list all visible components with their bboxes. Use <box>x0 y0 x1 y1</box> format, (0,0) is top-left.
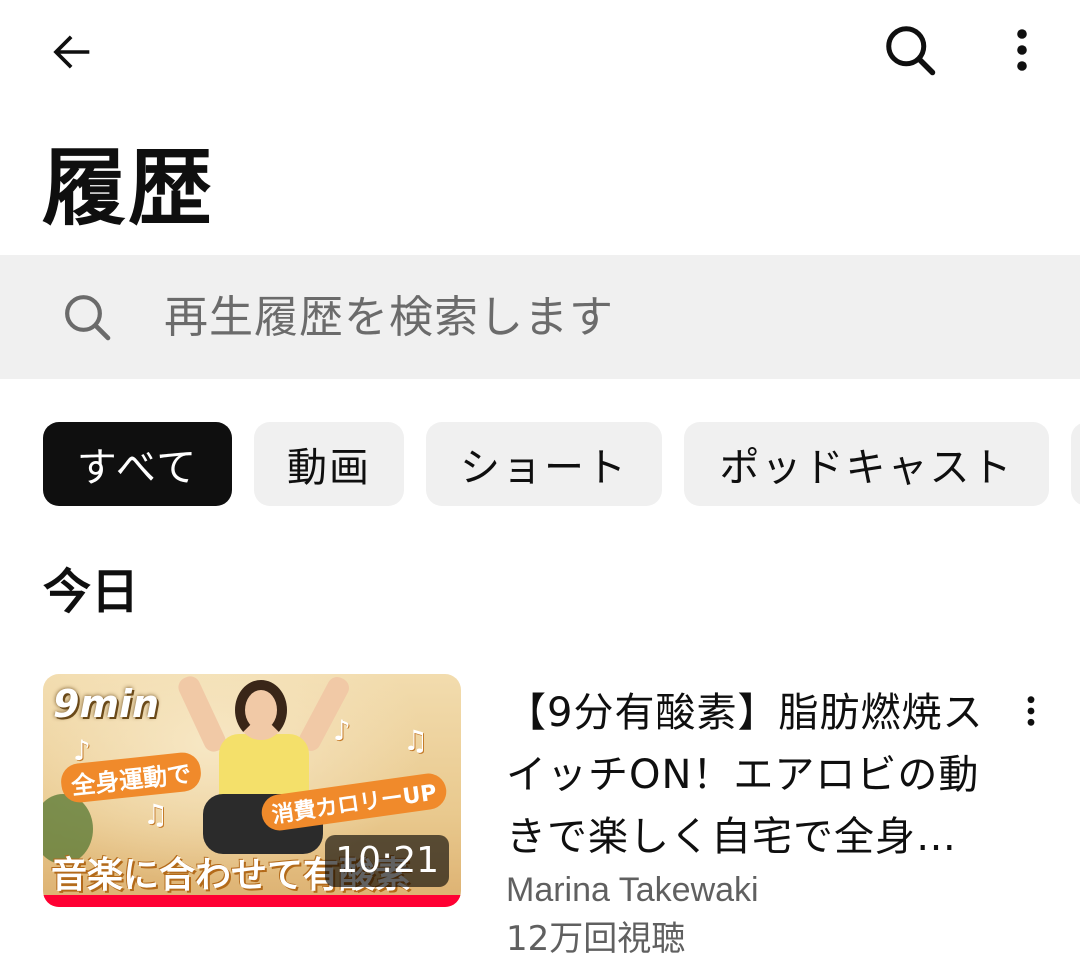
history-search-bar[interactable] <box>0 255 1080 379</box>
thumbnail-text-min: 9min <box>53 682 160 726</box>
video-title[interactable]: 【9分有酸素】脂肪燃焼スイッチON！エアロビの動きで楽しく自宅で全身… <box>506 682 1006 868</box>
chip-videos[interactable]: 動画 <box>254 422 404 506</box>
arrow-left-icon <box>53 35 90 69</box>
search-icon <box>58 288 116 346</box>
search-button[interactable] <box>868 8 952 92</box>
video-more-button[interactable] <box>1009 684 1053 744</box>
top-app-bar <box>0 0 1080 100</box>
music-note-icon: ♫ <box>143 798 169 831</box>
chip-all[interactable]: すべて <box>43 422 232 506</box>
chip-more-partial[interactable] <box>1071 422 1080 506</box>
chip-shorts[interactable]: ショート <box>426 422 662 506</box>
chip-podcasts[interactable]: ポッドキャスト <box>684 422 1049 506</box>
section-title-today: 今日 <box>43 564 140 620</box>
history-page: 履歴 すべて 動画 ショート ポッドキャスト 今日 ♪ ♪ ♫ ♫ <box>0 0 1080 979</box>
more-vert-icon <box>1027 696 1035 726</box>
filter-chips: すべて 動画 ショート ポッドキャスト <box>43 422 1080 506</box>
video-thumbnail[interactable]: ♪ ♪ ♫ ♫ 9min 全身運動で 消費カロリーUP 音楽に合わせて有酸素 1… <box>43 674 461 907</box>
search-icon <box>886 26 936 76</box>
view-count: 12万回視聴 <box>506 919 686 959</box>
back-button[interactable] <box>30 10 114 94</box>
more-options-button[interactable] <box>990 8 1054 92</box>
page-title: 履歴 <box>42 139 215 237</box>
music-note-icon: ♪ <box>333 714 351 747</box>
channel-name[interactable]: Marina Takewaki <box>506 868 759 912</box>
more-vert-icon <box>1017 29 1027 71</box>
music-note-icon: ♫ <box>403 724 429 757</box>
watch-progress-bar <box>43 895 461 907</box>
history-search-input[interactable] <box>164 291 964 343</box>
duration-badge: 10:21 <box>325 835 449 887</box>
thumbnail-person-head <box>235 680 287 740</box>
video-list-item[interactable]: ♪ ♪ ♫ ♫ 9min 全身運動で 消費カロリーUP 音楽に合わせて有酸素 1… <box>43 674 1080 974</box>
